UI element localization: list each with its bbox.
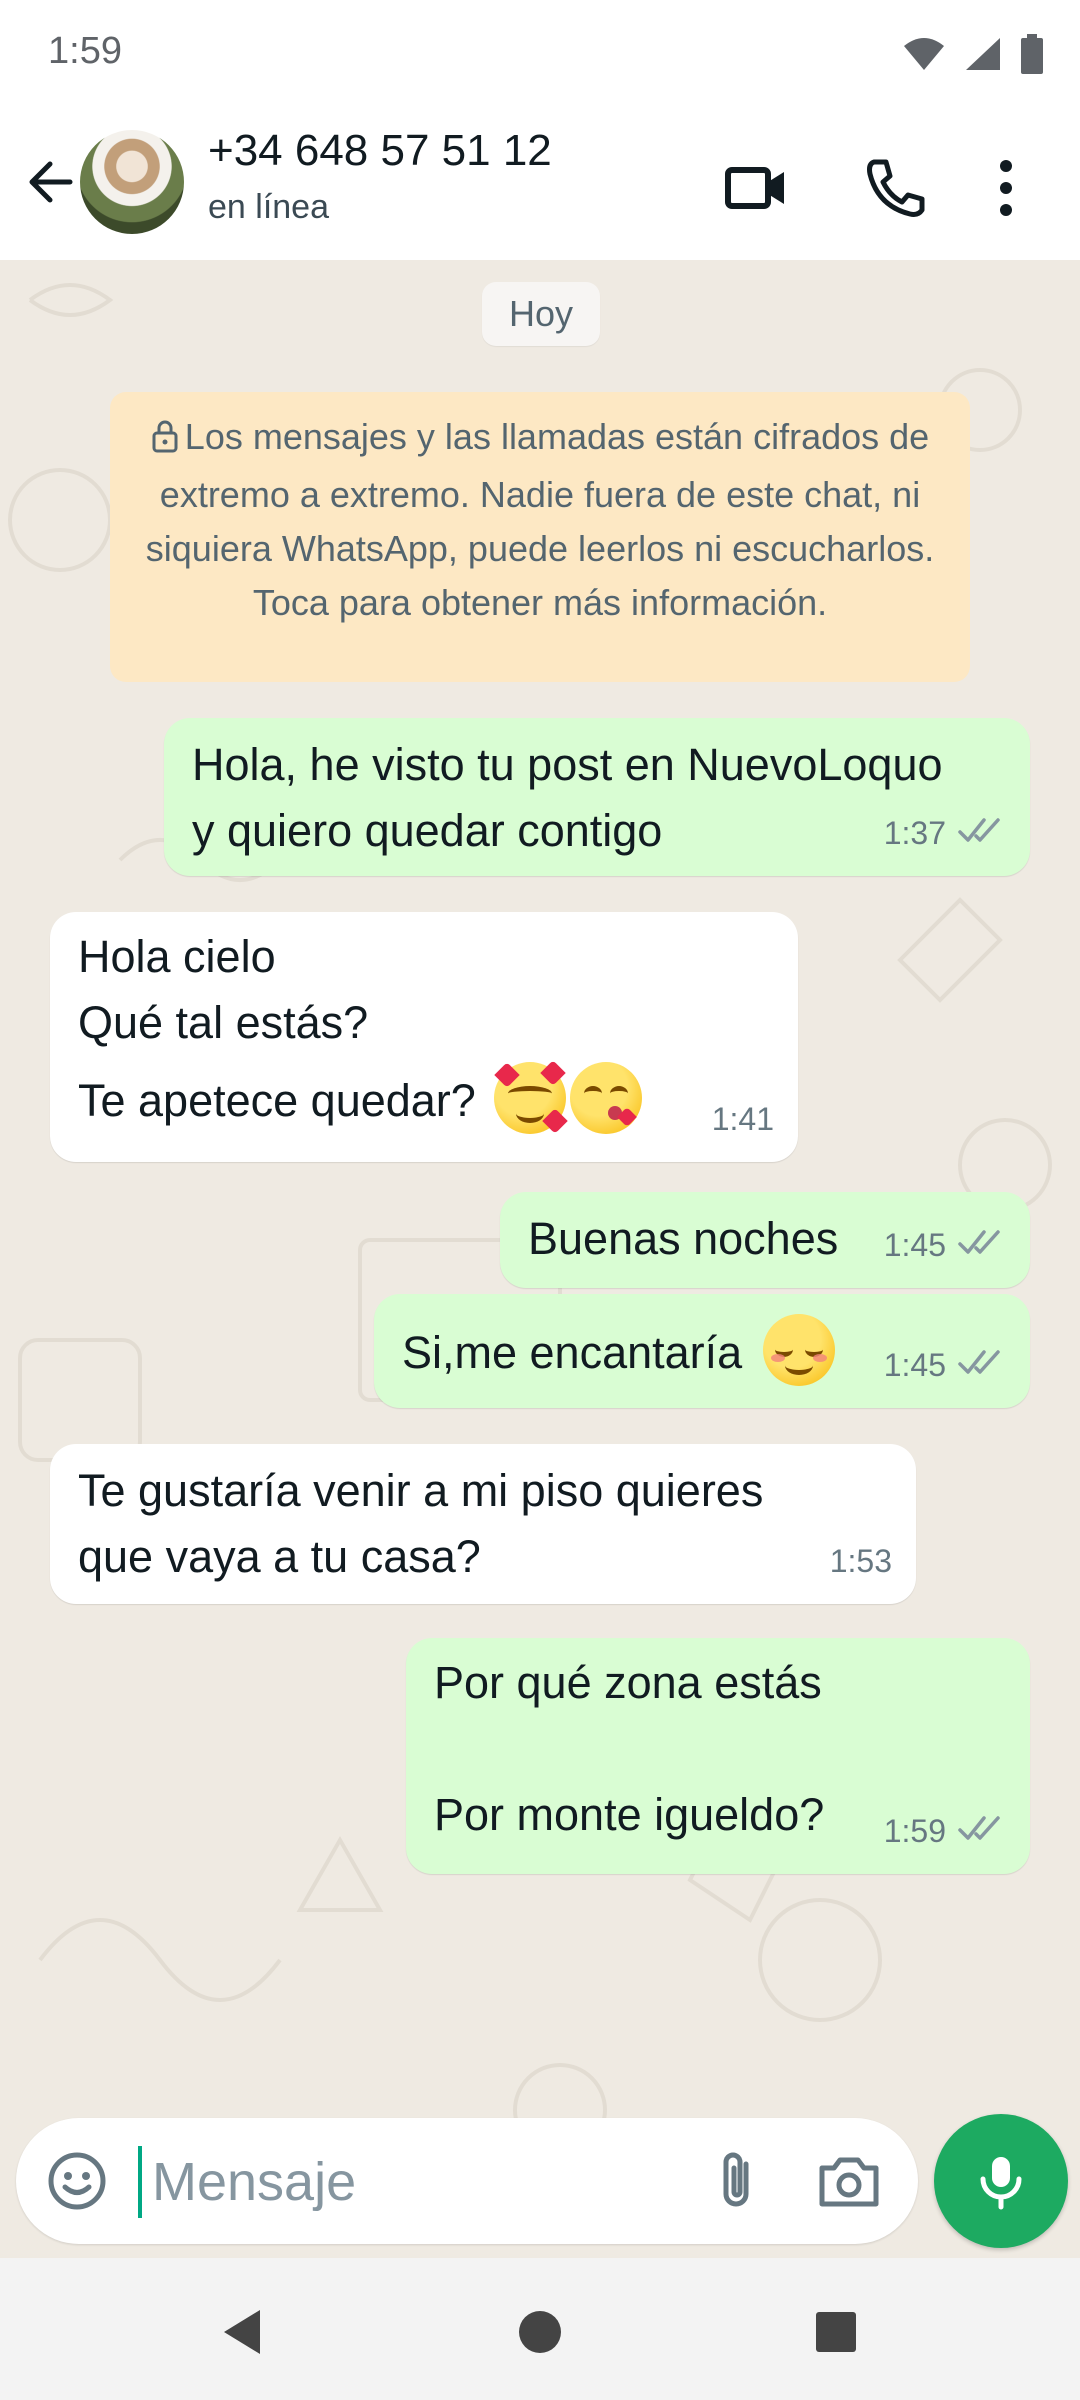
message-time: 1:41 — [711, 1101, 774, 1137]
recents-square-icon — [816, 2312, 856, 2352]
chat-area[interactable]: Hoy Los mensajes y las llamadas están ci… — [0, 260, 1080, 2258]
message-incoming[interactable]: Te gustaría venir a mi piso quieres que … — [50, 1444, 916, 1604]
contact-avatar[interactable] — [80, 130, 184, 234]
signal-icon — [964, 36, 1002, 72]
video-call-button[interactable] — [720, 152, 792, 224]
message-text: Si,me encantaría — [402, 1327, 743, 1378]
relieved-face-emoji — [762, 1314, 835, 1386]
nav-recents-button[interactable] — [806, 2302, 866, 2362]
lock-icon — [151, 414, 179, 468]
battery-icon — [1020, 34, 1044, 74]
wifi-icon — [902, 36, 946, 72]
message-text-line: Hola cielo — [78, 931, 276, 982]
message-text-line: Te apetece quedar? — [78, 1060, 770, 1134]
message-time: 1:53 — [829, 1543, 892, 1579]
double-check-icon — [958, 800, 1006, 866]
arrow-left-icon — [29, 161, 73, 203]
message-meta: 1:45 — [884, 1332, 1006, 1398]
face-blowing-kiss-emoji — [570, 1062, 643, 1134]
back-triangle-icon — [224, 2310, 260, 2354]
camera-button[interactable] — [816, 2148, 882, 2214]
smiling-face-with-hearts-emoji — [494, 1060, 569, 1134]
double-check-icon — [958, 1332, 1006, 1398]
video-call-icon — [725, 167, 784, 209]
message-meta: 1:53 — [830, 1528, 892, 1594]
attach-icon — [723, 2152, 749, 2207]
message-outgoing[interactable]: Si,me encantaría 1:45 — [374, 1294, 1030, 1408]
emoji-icon — [48, 2152, 106, 2210]
message-outgoing[interactable]: Hola, he visto tu post en NuevoLoquo y q… — [164, 718, 1030, 876]
attach-button[interactable] — [706, 2148, 768, 2214]
message-time: 1:37 — [883, 815, 946, 851]
double-check-icon — [958, 1212, 1006, 1278]
chat-header: +34 648 57 51 12 en línea — [0, 116, 1080, 261]
nav-back-button[interactable] — [210, 2302, 270, 2362]
camera-icon — [819, 2157, 879, 2207]
message-text-line: Qué tal estás? — [78, 997, 369, 1048]
more-options-button[interactable] — [980, 152, 1032, 224]
message-meta: 1:37 — [884, 800, 1006, 866]
date-chip: Hoy — [482, 282, 600, 346]
contact-status: en línea — [208, 188, 329, 226]
message-incoming[interactable]: Hola cielo Qué tal estás? Te apetece que… — [50, 912, 798, 1162]
message-meta: 1:59 — [884, 1798, 1006, 1864]
message-outgoing[interactable]: Buenas noches 1:45 — [500, 1192, 1030, 1288]
microphone-icon — [980, 2157, 1022, 2210]
voice-call-icon — [867, 159, 925, 217]
text-cursor — [138, 2146, 142, 2218]
status-bar: 1:59 — [0, 0, 1080, 116]
more-vertical-icon — [1000, 160, 1012, 216]
message-text: Hola, he visto tu post en NuevoLoquo y q… — [192, 739, 943, 856]
message-outgoing[interactable]: Por qué zona estás Por monte igueldo? 1:… — [406, 1638, 1030, 1874]
message-text: Te gustaría venir a mi piso quieres que … — [78, 1465, 764, 1582]
encryption-notice[interactable]: Los mensajes y las llamadas están cifrad… — [110, 392, 970, 682]
system-navigation-bar — [0, 2258, 1080, 2400]
double-check-icon — [958, 1798, 1006, 1864]
message-meta: 1:41 — [712, 1086, 774, 1152]
message-time: 1:59 — [883, 1813, 946, 1849]
message-meta: 1:45 — [884, 1212, 1006, 1278]
emoji-button[interactable] — [46, 2150, 108, 2212]
message-time: 1:45 — [883, 1227, 946, 1263]
status-time: 1:59 — [48, 30, 122, 72]
voice-call-button[interactable] — [860, 152, 932, 224]
encryption-notice-text: Los mensajes y las llamadas están cifrad… — [145, 416, 935, 623]
nav-home-button[interactable] — [510, 2302, 570, 2362]
message-time: 1:45 — [883, 1347, 946, 1383]
voice-message-button[interactable] — [934, 2114, 1068, 2248]
home-circle-icon — [519, 2311, 561, 2353]
message-input[interactable] — [150, 2138, 674, 2226]
contact-name[interactable]: +34 648 57 51 12 — [208, 126, 552, 176]
message-composer — [16, 2118, 918, 2244]
status-icons — [902, 34, 1044, 74]
